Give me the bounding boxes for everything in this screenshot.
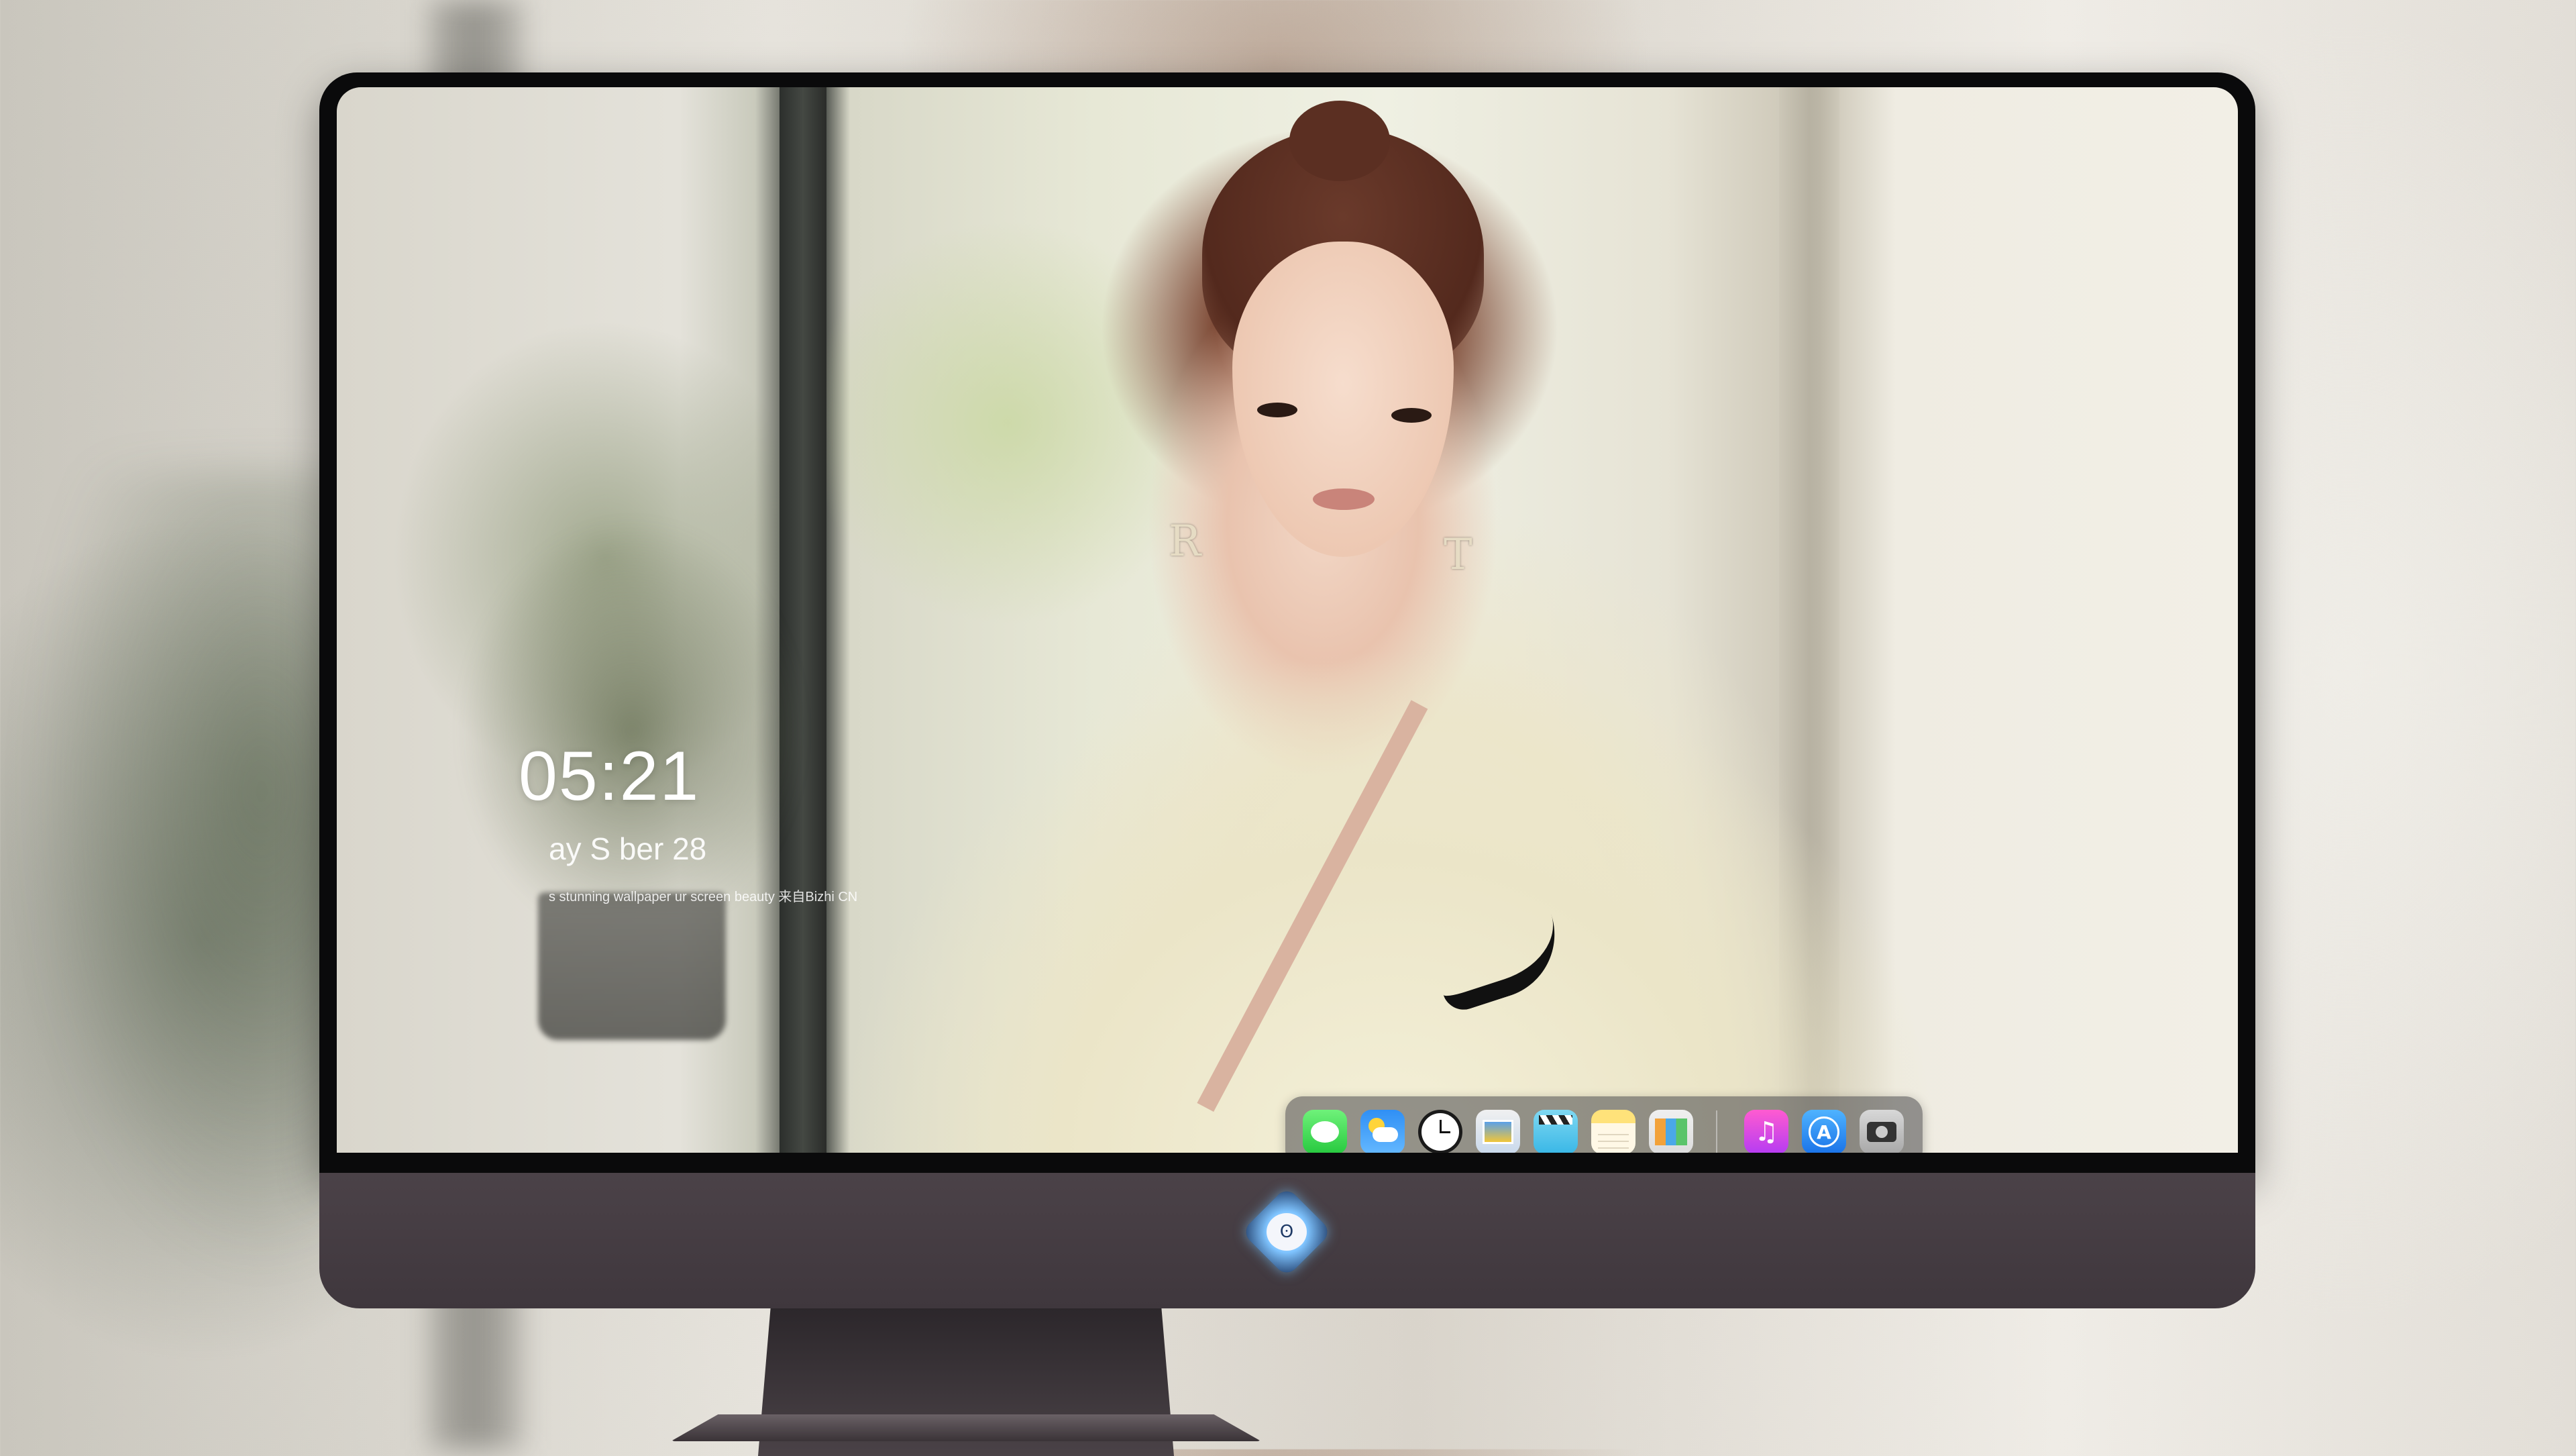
wallpaper-eye-right [1391,408,1432,423]
wallpaper-pot [538,892,726,1040]
wallpaper-lips [1313,488,1375,510]
music-icon[interactable]: ♫ [1744,1110,1788,1154]
wallpaper-tagline: s stunning wallpaper ur screen beauty 来自… [549,890,858,904]
dock: ♫ A [1285,1096,1923,1157]
lockscreen-date: ay S ber 28 [549,831,707,866]
photos-icon[interactable] [1649,1110,1693,1154]
wallpaper-earring-right: T [1444,530,1472,580]
app-store-icon[interactable]: A [1802,1110,1846,1154]
desktop-screen: R T 05:21 ay S ber 28 s stunning wallpap… [337,87,2238,1157]
weather-icon[interactable] [1360,1110,1405,1154]
monitor-chin-edge [319,1153,2255,1173]
wallpaper-eye-left [1257,403,1297,417]
camera-icon[interactable] [1860,1110,1904,1154]
lockscreen-clock: 05:21 [519,737,700,815]
wallpaper-person-bun [1289,101,1390,181]
preview-icon[interactable] [1476,1110,1520,1154]
app-store-glyph: A [1817,1121,1831,1143]
wallpaper-earring-left: R [1169,517,1201,566]
notes-icon[interactable] [1591,1110,1635,1154]
brand-logo-face-icon: ʘ [1267,1213,1307,1251]
dock-separator [1716,1110,1717,1153]
monitor-bezel: R T 05:21 ay S ber 28 s stunning wallpap… [319,72,2255,1173]
clapper-icon[interactable] [1534,1110,1578,1154]
monitor: R T 05:21 ay S ber 28 s stunning wallpap… [319,72,2255,1456]
music-glyph: ♫ [1754,1116,1778,1147]
messages-icon[interactable] [1303,1110,1347,1154]
monitor-stand-base [671,1414,1261,1441]
clock-icon[interactable] [1418,1110,1462,1154]
